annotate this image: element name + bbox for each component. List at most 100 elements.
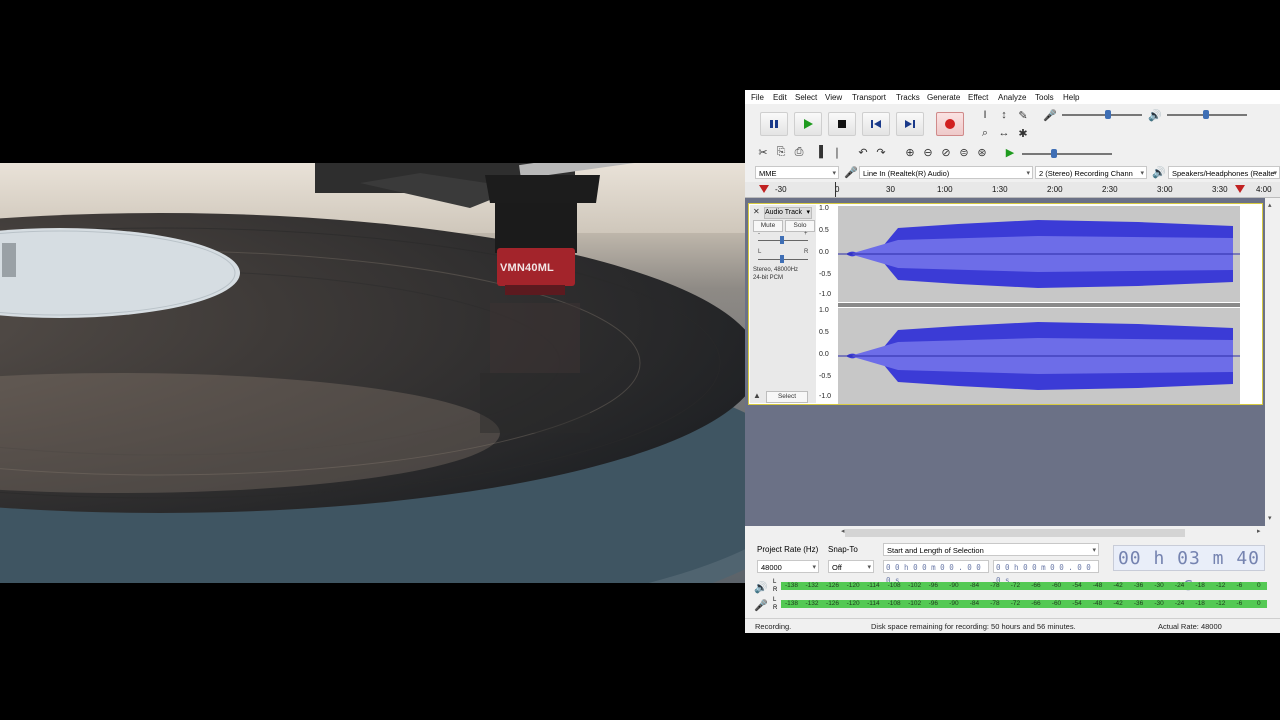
meter-scale-label: -24 [1174,600,1185,607]
playback-meter-speaker-icon[interactable]: 🔊 [753,579,769,595]
paste-icon[interactable]: ⎙ [791,144,807,160]
record-button[interactable] [936,112,964,136]
selection-mode-select[interactable]: Start and Length of Selection [883,543,1099,556]
menu-tools[interactable]: Tools [1035,93,1054,102]
zoom-toggle-icon[interactable]: ⊛ [974,144,990,160]
project-rate-select[interactable]: 48000 [757,560,819,573]
undo-icon[interactable]: ↶ [855,144,871,160]
playback-level-meter[interactable]: -138 -132 -126 -120 -114 -108 -102 -96 -90 -84 -78… [781,582,1267,590]
fit-selection-icon[interactable]: ⊘ [938,144,954,160]
audio-host-select[interactable]: MME [755,166,839,179]
play-speed-thumb[interactable] [1051,149,1057,158]
pause-button[interactable] [760,112,788,136]
recording-meter-mic-icon[interactable]: 🎤 [753,597,769,613]
playback-volume-thumb[interactable] [1203,110,1209,119]
play-button[interactable] [794,112,822,136]
selection-tool-icon[interactable]: I [977,107,993,123]
audio-position-time-display[interactable]: 00 h 03 m 40 s [1113,545,1265,595]
meter-scale-label: -48 [1092,600,1103,607]
tracks-area[interactable]: ✕ Audio Track ▾ Mute Solo - + L R Stereo,… [745,198,1265,526]
horizontal-scrollbar[interactable]: ◂ ▸ [745,527,1265,539]
audio-track[interactable]: ✕ Audio Track ▾ Mute Solo - + L R Stereo,… [748,203,1263,405]
redo-icon[interactable]: ↷ [873,144,889,160]
menu-effect[interactable]: Effect [968,93,988,102]
copy-icon[interactable]: ⎘ [773,144,789,160]
recording-device-select[interactable]: Line In (Realtek(R) Audio) [859,166,1033,179]
timeline-label: 2:30 [1102,185,1118,194]
multi-tool-icon[interactable]: ✱ [1015,125,1031,141]
vertical-scrollbar[interactable]: ▴ ▾ [1265,198,1280,526]
menu-select[interactable]: Select [795,93,817,102]
menu-file[interactable]: File [751,93,764,102]
zoom-tool-icon[interactable]: ⌕ [977,125,993,141]
time-shift-tool-icon[interactable]: ↔ [996,125,1012,141]
track-name-menu[interactable]: Audio Track ▾ [764,207,812,219]
gain-slider-thumb[interactable] [780,236,784,244]
play-icon [804,119,813,129]
meter-scale-label: -66 [1031,582,1041,589]
scroll-right-icon[interactable]: ▸ [1257,527,1261,535]
close-track-icon[interactable]: ✕ [753,207,760,216]
selection-length-time[interactable]: 0 0 h 0 0 m 0 0 . 0 0 0 s [993,560,1099,585]
fit-project-icon[interactable]: ⊜ [956,144,972,160]
headshell [485,175,600,203]
cartridge-label: VMN40ML [500,262,554,274]
scroll-left-icon[interactable]: ◂ [841,527,845,535]
playback-device-select[interactable]: Speakers/Headphones (Realte [1168,166,1280,179]
skip-to-end-button[interactable] [896,112,924,136]
meter-scale-label: -54 [1072,582,1082,589]
menu-transport[interactable]: Transport [852,93,886,102]
meter-scale-label: -90 [949,600,959,607]
audacity-window: File Edit Select View Transport Tracks G… [745,90,1280,633]
skip-end-icon [905,120,915,128]
snap-to-select[interactable]: Off [828,560,874,573]
menu-generate[interactable]: Generate [927,93,960,102]
scroll-down-icon[interactable]: ▾ [1268,514,1272,522]
menu-analyze[interactable]: Analyze [998,93,1026,102]
meter-scale-label: -30 [1154,582,1164,589]
select-track-button[interactable]: Select [766,391,808,403]
recording-channels-select[interactable]: 2 (Stereo) Recording Chann [1035,166,1147,179]
scroll-up-icon[interactable]: ▴ [1268,201,1272,209]
meter-scale-label: -48 [1092,582,1103,589]
zoom-in-icon[interactable]: ⊕ [902,144,918,160]
vruler-tick: 0.0 [819,351,829,358]
waveform-left-channel[interactable] [838,206,1240,302]
menu-edit[interactable]: Edit [773,93,787,102]
recording-volume-slider[interactable] [1062,114,1142,116]
zoom-out-icon[interactable]: ⊖ [920,144,936,160]
meter-scale-label: -72 [1010,600,1021,607]
recording-volume-thumb[interactable] [1105,110,1111,119]
collapse-track-icon[interactable]: ▲ [753,391,761,400]
waveform-right-channel[interactable] [838,308,1240,404]
vruler-tick: -0.5 [819,271,832,278]
menu-tracks[interactable]: Tracks [896,93,920,102]
cut-icon[interactable]: ✂ [755,144,771,160]
timeline-ruler[interactable]: -30 0 30 1:00 1:30 2:00 2:30 3:00 3:30 4… [745,182,1280,198]
envelope-tool-icon[interactable]: ↕ [996,107,1012,123]
menu-view[interactable]: View [825,93,842,102]
timeline-label: 3:00 [1157,185,1173,194]
menu-bar: File Edit Select View Transport Tracks G… [745,90,1280,104]
trim-icon[interactable]: ▐ [811,144,827,160]
meter-scale-label: -132 [805,582,819,589]
meter-channel-r: R [773,587,778,593]
cartridge-reflection [490,303,580,373]
horizontal-scroll-thumb[interactable] [845,529,1185,537]
play-speed-slider[interactable] [1022,153,1112,155]
meter-scale-label: -132 [805,600,819,607]
draw-tool-icon[interactable]: ✎ [1015,107,1031,123]
menu-help[interactable]: Help [1063,93,1079,102]
skip-to-start-button[interactable] [862,112,890,136]
selection-start-time[interactable]: 0 0 h 0 0 m 0 0 . 0 0 0 s [883,560,989,585]
play-at-speed-icon[interactable]: ▶ [1002,144,1018,160]
solo-button[interactable]: Solo [785,220,815,232]
stop-button[interactable] [828,112,856,136]
recording-level-meter[interactable]: -138 -132 -126 -120 -114 -108 -102 -96 -90 -84 -78… [781,600,1267,608]
pan-slider-thumb[interactable] [780,255,784,263]
pan-left-label: L [758,249,762,255]
silence-icon[interactable]: ❘ [829,144,845,160]
recording-device-mic-icon: 🎤 [844,166,858,179]
meter-scale-label: 0 [1257,582,1261,589]
meter-scale-label: -102 [908,582,922,589]
